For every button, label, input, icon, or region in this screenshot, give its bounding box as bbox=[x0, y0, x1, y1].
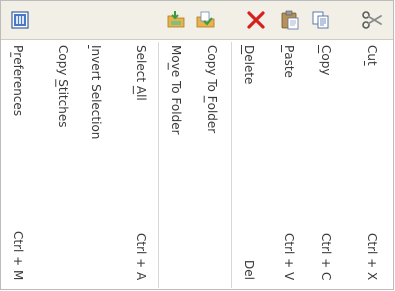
menu-separator bbox=[158, 42, 159, 288]
copy-to-folder-icon bbox=[191, 1, 221, 39]
menu-item-label: Copy Stitches bbox=[56, 45, 70, 128]
menu-item-shortcut: Ctrl + A bbox=[134, 232, 148, 280]
context-menu: Preferences Ctrl + M Copy Stitches Inver… bbox=[0, 0, 394, 290]
menu-item-label: Delete bbox=[242, 45, 256, 85]
icon-strip bbox=[1, 1, 393, 40]
menu-item-label: Copy To Folder bbox=[205, 45, 219, 134]
menu-item-delete[interactable]: Delete Del bbox=[234, 42, 264, 288]
menu-item-preferences[interactable]: Preferences Ctrl + M bbox=[3, 42, 33, 288]
paste-icon bbox=[275, 1, 305, 39]
menu-item-label: Cut bbox=[365, 45, 379, 66]
move-to-folder-icon bbox=[161, 1, 191, 39]
delete-x-icon bbox=[241, 1, 271, 39]
menu-item-shortcut: Ctrl + V bbox=[282, 232, 296, 280]
menu-item-shortcut: Del bbox=[242, 260, 256, 280]
menu-item-cut[interactable]: Cut Ctrl + X bbox=[357, 42, 387, 288]
menu-item-label: Preferences bbox=[11, 45, 25, 117]
preferences-icon bbox=[5, 1, 35, 39]
menu-item-paste[interactable]: Paste Ctrl + V bbox=[274, 42, 304, 288]
menu-item-move-to-folder[interactable]: Move To Folder bbox=[161, 42, 191, 288]
menu-item-shortcut: Ctrl + C bbox=[319, 232, 333, 280]
menu-item-copy[interactable]: Copy Ctrl + C bbox=[311, 42, 341, 288]
menu-item-select-all[interactable]: Select All Ctrl + A bbox=[126, 42, 156, 288]
menu-item-shortcut: Ctrl + M bbox=[11, 230, 25, 280]
menu-item-copy-stitches[interactable]: Copy Stitches bbox=[48, 42, 78, 288]
menu-item-label: Invert Selection bbox=[89, 45, 103, 140]
menu-item-label: Copy bbox=[319, 45, 333, 76]
menu-item-shortcut: Ctrl + X bbox=[365, 232, 379, 280]
menu-item-label: Move To Folder bbox=[169, 45, 183, 135]
menu-item-copy-to-folder[interactable]: Copy To Folder bbox=[197, 42, 227, 288]
copy-icon bbox=[306, 1, 336, 39]
menu-item-label: Paste bbox=[282, 45, 296, 78]
scissors-icon bbox=[357, 1, 387, 39]
menu-item-invert-selection[interactable]: Invert Selection bbox=[81, 42, 111, 288]
menu-separator bbox=[231, 42, 232, 288]
menu-item-label: Select All bbox=[134, 45, 148, 101]
